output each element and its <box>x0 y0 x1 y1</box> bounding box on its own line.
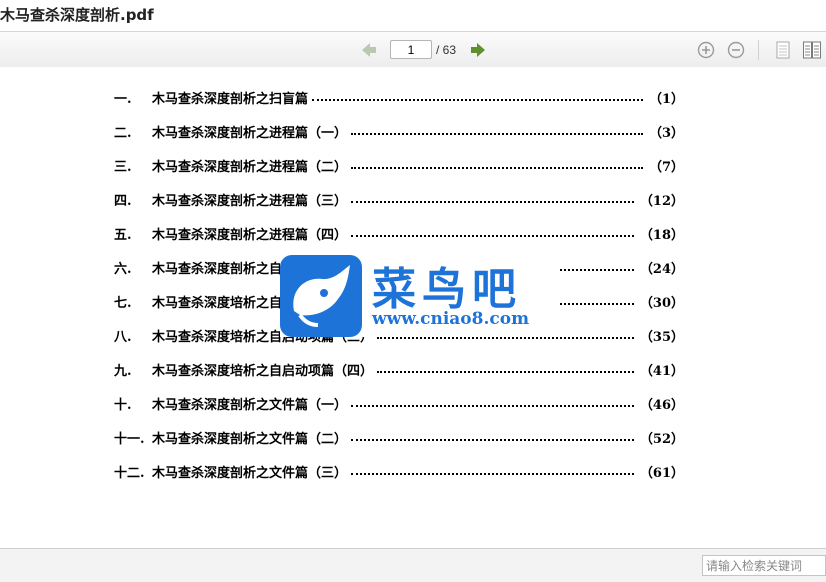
arrow-left-icon <box>362 43 376 57</box>
toc-entry-page: （35） <box>639 329 684 345</box>
toc-leader-dots <box>351 405 634 407</box>
toc-entry-number: 二. <box>114 125 132 141</box>
toc-entry-number: 十一. <box>114 431 145 447</box>
toc-entry[interactable]: 二. 木马查杀深度剖析之进程篇（一） （3） <box>114 121 684 141</box>
toc-entry-title: 木马查杀深度剖析之文件篇（二） <box>152 431 348 447</box>
toc-entry-title: 木马查杀深度剖析之进程篇（三） <box>152 193 348 209</box>
watermark-url: www.cniao8.com <box>372 309 530 329</box>
toc-entry-number: 十. <box>114 397 132 413</box>
toc-entry-page: （12） <box>639 193 684 209</box>
toc-entry-number: 五. <box>114 227 132 243</box>
status-bar <box>0 548 826 582</box>
watermark: 菜鸟吧 www.cniao8.com <box>280 255 560 337</box>
toc-entry[interactable]: 十二. 木马查杀深度剖析之文件篇（三） （61） <box>114 461 684 481</box>
next-page-button[interactable] <box>469 41 487 59</box>
page-count-label: / 63 <box>436 43 457 57</box>
toc-entry-number: 七. <box>114 295 132 311</box>
search-input[interactable] <box>702 555 826 576</box>
toolbar: 1 / 63 <box>0 31 826 68</box>
toc-leader-dots <box>312 99 643 101</box>
zoom-in-button[interactable] <box>697 41 715 59</box>
toc-entry-number: 一. <box>114 91 132 107</box>
toolbar-divider <box>758 40 759 60</box>
toc-entry-number: 十二. <box>114 465 145 481</box>
single-page-icon <box>776 41 790 59</box>
arrow-right-icon <box>471 43 485 57</box>
toc-entry-page: （24） <box>639 261 684 277</box>
toc-entry-title: 木马查杀深度剖析之进程篇（二） <box>152 159 348 175</box>
toc-entry[interactable]: 五. 木马查杀深度剖析之进程篇（四） （18） <box>114 223 684 243</box>
toc-entry[interactable]: 四. 木马查杀深度剖析之进程篇（三） （12） <box>114 189 684 209</box>
toc-entry-number: 六. <box>114 261 132 277</box>
bird-icon <box>293 265 350 327</box>
toc-entry[interactable]: 十. 木马查杀深度剖析之文件篇（一） （46） <box>114 393 684 413</box>
two-page-icon <box>803 41 821 59</box>
toc-entry-page: （46） <box>639 397 684 413</box>
toc-entry-number: 四. <box>114 193 132 209</box>
document-page: 一. 木马查杀深度剖析之扫盲篇 （1） 二. 木马查杀深度剖析之进程篇（一） （… <box>0 67 826 548</box>
toc-leader-dots <box>351 133 643 135</box>
watermark-logo <box>280 255 362 337</box>
toc-entry-page: （41） <box>639 363 684 379</box>
toc-entry-title: 木马查杀深度剖析之进程篇（四） <box>152 227 348 243</box>
toc-entry-page: （7） <box>648 159 684 175</box>
toc-leader-dots <box>351 167 643 169</box>
toc-entry-page: （18） <box>639 227 684 243</box>
toc-entry-title: 木马查杀深度剖析之进程篇（一） <box>152 125 348 141</box>
toc-entry-page: （52） <box>639 431 684 447</box>
toc-entry-page: （61） <box>639 465 684 481</box>
toc-leader-dots <box>351 235 634 237</box>
zoom-out-button[interactable] <box>727 41 745 59</box>
zoom-out-icon <box>727 41 745 59</box>
watermark-name: 菜鸟吧 <box>372 264 522 315</box>
toc-leader-dots <box>351 201 634 203</box>
toc-entry-page: （1） <box>648 91 684 107</box>
toc-entry-page: （3） <box>648 125 684 141</box>
document-title: 木马查杀深度剖析.pdf <box>0 6 154 24</box>
toc-entry-title: 木马查杀深度剖析之扫盲篇 <box>152 91 309 107</box>
toc-entry-title: 木马查杀深度剖析之文件篇（三） <box>152 465 348 481</box>
zoom-in-icon <box>697 41 715 59</box>
toc-entry-page: （30） <box>639 295 684 311</box>
toc-leader-dots <box>351 439 634 441</box>
toc-entry-title: 木马查杀深度培析之自启动项篇（四） <box>152 363 374 379</box>
toc-entry[interactable]: 一. 木马查杀深度剖析之扫盲篇 （1） <box>114 87 684 107</box>
title-bar: 木马查杀深度剖析.pdf <box>0 0 826 30</box>
two-page-view-button[interactable] <box>803 41 821 59</box>
toc-entry-title: 木马查杀深度剖析之文件篇（一） <box>152 397 348 413</box>
page-number-input[interactable]: 1 <box>390 40 432 59</box>
toc-leader-dots <box>351 473 634 475</box>
toc-leader-dots <box>377 371 634 373</box>
single-page-view-button[interactable] <box>775 41 791 59</box>
toc-entry[interactable]: 三. 木马查杀深度剖析之进程篇（二） （7） <box>114 155 684 175</box>
toc-entry-number: 九. <box>114 363 132 379</box>
toc-entry[interactable]: 十一. 木马查杀深度剖析之文件篇（二） （52） <box>114 427 684 447</box>
toc-entry-number: 八. <box>114 329 132 345</box>
toc-entry[interactable]: 九. 木马查杀深度培析之自启动项篇（四） （41） <box>114 359 684 379</box>
toc-leader-dots <box>377 337 634 339</box>
toc-entry-number: 三. <box>114 159 132 175</box>
previous-page-button[interactable] <box>360 41 378 59</box>
